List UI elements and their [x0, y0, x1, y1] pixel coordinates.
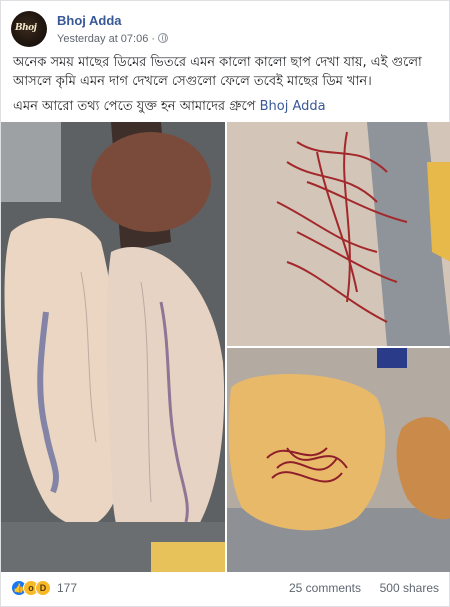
globe-icon: [158, 33, 169, 43]
red-worms-illustration: [227, 122, 450, 346]
post-timestamp[interactable]: Yesterday at 07:06: [57, 33, 148, 45]
haha-icon: D: [35, 580, 51, 596]
roe-with-worms-photo[interactable]: [227, 348, 450, 572]
fish-roe-illustration: [1, 122, 225, 572]
roe-worms-illustration: [227, 348, 450, 572]
post-text: অনেক সময় মাছের ডিমের ভিতরে এমন কালো কাল…: [13, 53, 441, 116]
facebook-post: Bhoj Bhoj Adda Yesterday at 07:06 · অনেক …: [0, 0, 450, 607]
meta-separator: ·: [151, 33, 156, 45]
post-header: Bhoj Bhoj Adda Yesterday at 07:06 ·: [11, 11, 441, 51]
comments-count[interactable]: 25 comments: [289, 581, 361, 595]
avatar-logo-text: Bhoj: [15, 23, 37, 33]
post-body-line2: এমন আরো তথ্য পেতে যুক্ত হন আমাদের গ্রুপে…: [13, 97, 441, 116]
shares-count[interactable]: 500 shares: [380, 581, 439, 595]
post-body-line2-text: এমন আরো তথ্য পেতে যুক্ত হন আমাদের গ্রুপে: [13, 99, 260, 114]
page-name-link[interactable]: Bhoj Adda: [57, 13, 122, 28]
reaction-count[interactable]: 177: [57, 581, 77, 595]
post-body-line1: অনেক সময় মাছের ডিমের ভিতরে এমন কালো কাল…: [13, 55, 422, 89]
fish-roe-photo[interactable]: [1, 122, 225, 572]
red-worms-on-steel-photo[interactable]: [227, 122, 450, 346]
post-meta: Yesterday at 07:06 ·: [57, 33, 169, 45]
group-link[interactable]: Bhoj Adda: [260, 99, 326, 114]
page-avatar[interactable]: Bhoj: [11, 11, 47, 47]
post-footer: 👍 o D 177 25 comments 500 shares: [11, 577, 441, 601]
photo-grid: [1, 122, 450, 572]
